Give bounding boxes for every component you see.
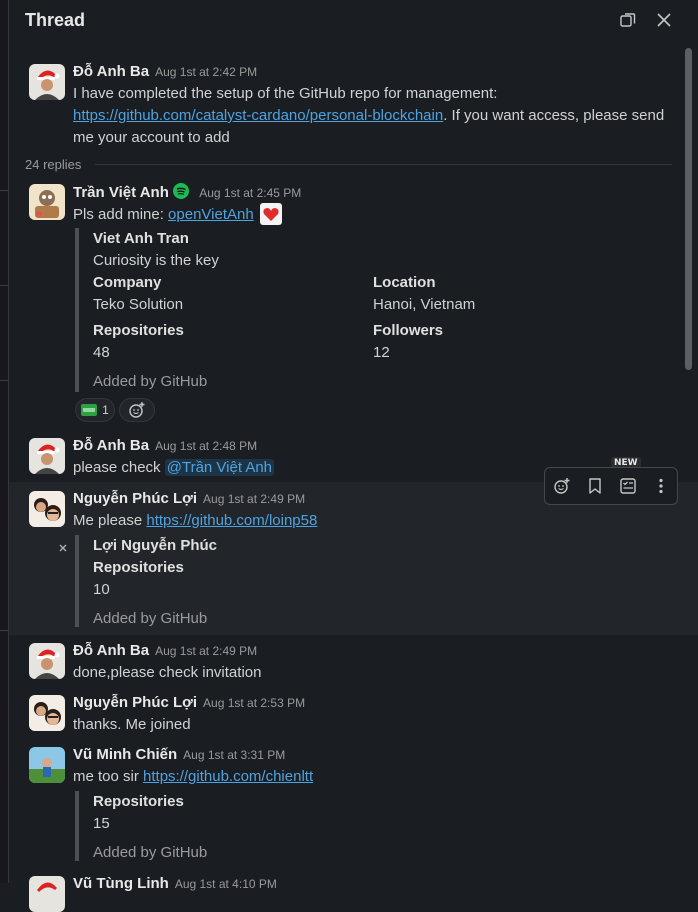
task-list-icon <box>620 478 636 494</box>
avatar[interactable] <box>29 695 65 731</box>
close-icon <box>58 543 68 553</box>
message-text: Pls add mine: openVietAnh <box>73 203 282 226</box>
spotify-icon <box>173 183 189 199</box>
message-author[interactable]: Đỗ Anh BaAug 1st at 2:49 PM <box>73 642 257 659</box>
bookmark-icon <box>588 478 602 494</box>
github-emoji-icon <box>81 404 97 416</box>
message-link[interactable]: https://github.com/loinp58 <box>146 512 317 529</box>
avatar[interactable] <box>29 747 65 783</box>
message-timestamp[interactable]: Aug 1st at 2:53 PM <box>203 696 305 710</box>
field-label: Repositories <box>93 322 184 339</box>
message-author[interactable]: Đỗ Anh BaAug 1st at 2:42 PM <box>73 63 257 80</box>
add-reaction-icon <box>553 477 571 495</box>
message-author[interactable]: Đỗ Anh BaAug 1st at 2:48 PM <box>73 437 257 454</box>
replies-count: 24 replies <box>25 157 81 172</box>
message-author[interactable]: Nguyễn Phúc LợiAug 1st at 2:53 PM <box>73 694 305 711</box>
close-icon <box>656 12 672 28</box>
message-actions-toolbar <box>544 467 678 505</box>
more-actions-button[interactable] <box>647 472 675 500</box>
message-text: me your account to add <box>73 127 230 149</box>
message-text: please check @Trần Việt Anh <box>73 457 274 479</box>
add-reaction-button[interactable] <box>548 472 576 500</box>
github-unfurl-card: Viet Anh Tran Curiosity is the key Compa… <box>75 228 93 392</box>
reaction-count: 1 <box>102 403 109 417</box>
message-link[interactable]: https://github.com/catalyst-cardano/pers… <box>73 107 443 124</box>
message-timestamp[interactable]: Aug 1st at 2:49 PM <box>203 492 305 506</box>
field-label: Followers <box>373 322 443 339</box>
message-timestamp[interactable]: Aug 1st at 2:45 PM <box>199 186 301 200</box>
field-label: Repositories <box>93 559 184 576</box>
user-mention[interactable]: @Trần Việt Anh <box>165 459 274 476</box>
avatar[interactable] <box>29 438 65 474</box>
added-by-label: Added by GitHub <box>93 844 207 861</box>
save-for-later-button[interactable] <box>581 472 609 500</box>
message-link[interactable]: https://github.com/chienltt <box>143 768 313 785</box>
close-thread-button[interactable] <box>652 8 676 32</box>
github-unfurl-card: Repositories 15 Added by GitHub <box>75 791 93 861</box>
field-value: 48 <box>93 344 110 361</box>
message-text: done,please check invitation <box>73 662 261 684</box>
reaction-pill[interactable]: 1 <box>75 398 115 422</box>
field-label: Location <box>373 274 436 291</box>
more-actions-icon <box>658 478 664 494</box>
add-reaction-button[interactable] <box>119 398 155 422</box>
field-value: 15 <box>93 815 110 832</box>
thread-title: Thread <box>25 10 85 31</box>
thread-header: Thread <box>9 0 698 40</box>
field-value: Teko Solution <box>93 296 183 313</box>
github-unfurl-card: Lợi Nguyễn Phúc Repositories 10 Added by… <box>75 535 93 627</box>
message-text: me too sir https://github.com/chienltt <box>73 766 313 788</box>
open-in-window-icon <box>620 12 636 28</box>
message-text: https://github.com/catalyst-cardano/pers… <box>73 105 664 127</box>
message-text: I have completed the setup of the GitHub… <box>73 83 497 105</box>
message-timestamp[interactable]: Aug 1st at 3:31 PM <box>183 748 285 762</box>
replies-divider <box>95 164 672 165</box>
task-list-button[interactable] <box>614 472 642 500</box>
card-title[interactable]: Lợi Nguyễn Phúc <box>93 537 217 554</box>
field-label: Repositories <box>93 793 184 810</box>
message-text: thanks. Me joined <box>73 714 191 736</box>
emoji-icon <box>260 203 282 225</box>
field-label: Company <box>93 274 161 291</box>
added-by-label: Added by GitHub <box>93 610 207 627</box>
added-by-label: Added by GitHub <box>93 373 207 390</box>
field-value: 10 <box>93 581 110 598</box>
remove-attachment-button[interactable] <box>58 540 70 554</box>
field-value: 12 <box>373 344 390 361</box>
message-timestamp[interactable]: Aug 1st at 2:48 PM <box>155 439 257 453</box>
message-link[interactable]: openVietAnh <box>168 206 254 223</box>
avatar[interactable] <box>29 876 65 912</box>
thread-panel: Thread Đỗ Anh BaAug 1st at 2:42 PM <box>8 0 698 883</box>
message-text: Me please https://github.com/loinp58 <box>73 510 317 532</box>
left-edge-strip <box>0 0 8 883</box>
message-author[interactable]: Nguyễn Phúc LợiAug 1st at 2:49 PM <box>73 490 305 507</box>
message-timestamp[interactable]: Aug 1st at 4:10 PM <box>175 877 277 891</box>
message-author[interactable]: Vũ Tùng LinhAug 1st at 4:10 PM <box>73 875 277 892</box>
message-timestamp[interactable]: Aug 1st at 2:42 PM <box>155 65 257 79</box>
avatar[interactable] <box>29 184 65 220</box>
message-author[interactable]: Vũ Minh ChiếnAug 1st at 3:31 PM <box>73 746 285 763</box>
message-author[interactable]: Trần Việt Anh Aug 1st at 2:45 PM <box>73 183 301 201</box>
add-reaction-icon <box>128 401 146 419</box>
field-value: Hanoi, Vietnam <box>373 296 475 313</box>
avatar[interactable] <box>29 64 65 100</box>
message-timestamp[interactable]: Aug 1st at 2:49 PM <box>155 644 257 658</box>
card-bio: Curiosity is the key <box>93 252 219 269</box>
avatar[interactable] <box>29 643 65 679</box>
card-title[interactable]: Viet Anh Tran <box>93 230 189 247</box>
scrollbar-thumb[interactable] <box>685 48 692 370</box>
open-in-window-button[interactable] <box>616 8 640 32</box>
avatar[interactable] <box>29 491 65 527</box>
